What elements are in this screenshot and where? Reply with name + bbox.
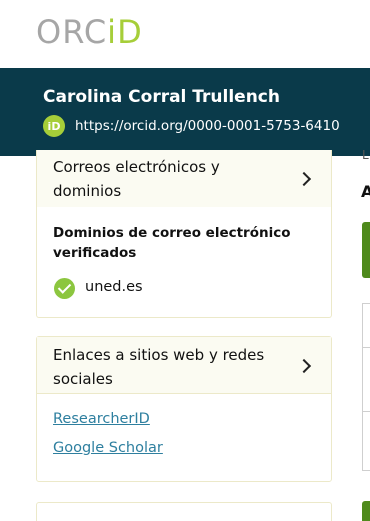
websites-social-card: Enlaces a sitios web y redes sociales Re…	[36, 336, 332, 482]
right-column-green-button[interactable]	[362, 222, 370, 278]
panel-divider	[363, 347, 370, 348]
emails-domains-title: Correos electrónicos y dominios	[53, 158, 220, 200]
chevron-right-icon[interactable]	[296, 358, 312, 374]
verified-check-icon	[54, 278, 75, 299]
right-column-panel	[362, 303, 370, 471]
verified-domain: uned.es	[85, 279, 143, 295]
right-column-green-button-2[interactable]	[362, 501, 370, 521]
top-bar: ORCiD	[0, 0, 370, 68]
link-google-scholar[interactable]: Google Scholar	[53, 440, 163, 456]
chevron-right-icon[interactable]	[296, 171, 312, 187]
right-column-text-fragment: L	[362, 148, 369, 162]
profile-name: Carolina Corral Trullench	[43, 87, 280, 107]
websites-social-header[interactable]: Enlaces a sitios web y redes sociales	[37, 337, 331, 394]
orcid-logo[interactable]: ORCiD	[36, 14, 143, 50]
right-column-heading-fragment: A	[361, 182, 370, 201]
link-researcherid[interactable]: ResearcherID	[53, 411, 150, 427]
websites-social-title: Enlaces a sitios web y redes sociales	[53, 346, 265, 388]
next-section-card	[36, 502, 332, 521]
orcid-url[interactable]: https://orcid.org/0000-0001-5753-6410	[75, 118, 340, 134]
emails-domains-card: Correos electrónicos y dominios Dominios…	[36, 150, 332, 318]
panel-divider	[363, 411, 370, 412]
profile-header: Carolina Corral Trullench iD https://orc…	[0, 68, 370, 156]
orcid-id-icon: iD	[43, 115, 65, 137]
emails-domains-header[interactable]: Correos electrónicos y dominios	[37, 150, 331, 207]
logo-suffix: iD	[107, 13, 143, 51]
verified-domains-label: Dominios de correo electrónico verificad…	[53, 225, 291, 261]
logo-prefix: ORC	[36, 13, 108, 51]
